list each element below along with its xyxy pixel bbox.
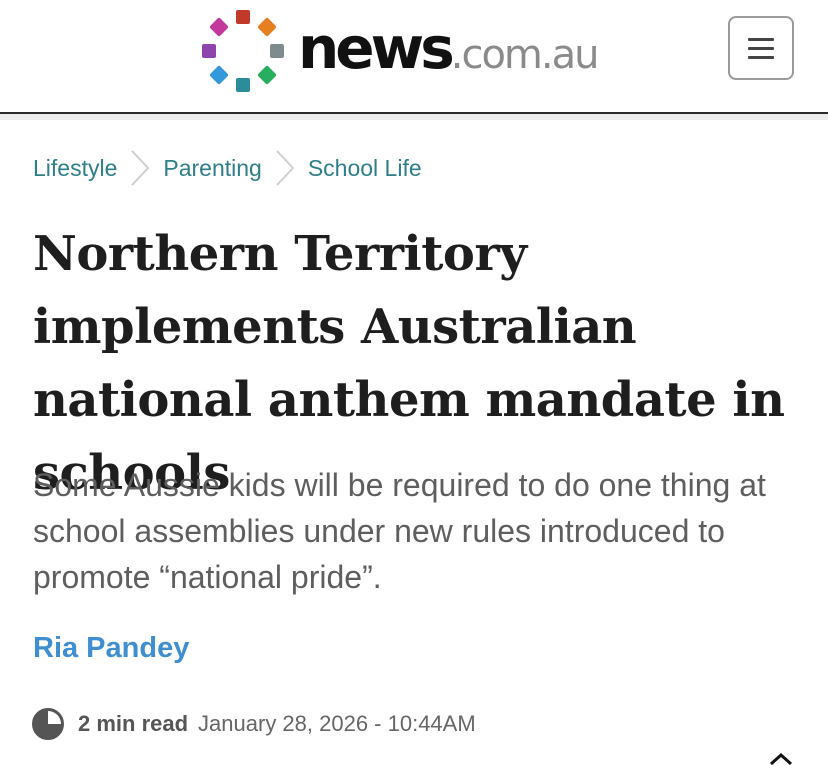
clock-icon [32,708,64,740]
author-link[interactable]: Ria Pandey [33,632,189,665]
hamburger-icon [748,46,774,50]
hamburger-icon [748,37,774,41]
article-standfirst: Some Aussie kids will be required to do … [33,467,766,595]
chevron-right-icon [117,148,163,188]
logo-mark-icon [198,4,290,96]
logo-dot [236,10,250,24]
chevron-right-icon [262,148,308,188]
chevron-up-icon[interactable] [768,752,794,765]
logo-wordmark: news .com.au [298,14,600,82]
breadcrumb-parenting[interactable]: Parenting [163,155,261,182]
site-header: news .com.au [0,0,828,120]
logo-dot [257,65,277,85]
publish-timestamp: January 28, 2026 - 10:44AM [198,711,476,736]
logo-dot [209,65,229,85]
logo-dot [257,17,277,37]
site-logo[interactable]: news .com.au [198,4,600,96]
breadcrumb-lifestyle[interactable]: Lifestyle [33,155,117,182]
hamburger-icon [748,55,774,59]
logo-dot [270,44,284,58]
logo-word-news: news [298,14,455,82]
article-meta: 2 min read January 28, 2026 - 10:44AM [32,706,476,742]
breadcrumb-school-life[interactable]: School Life [308,155,422,182]
logo-word-domain: .com.au [450,32,600,78]
logo-dot [202,44,216,58]
breadcrumb: Lifestyle Parenting School Life [33,148,422,188]
logo-dot [209,17,229,37]
logo-dot [236,78,250,92]
read-time: 2 min read [78,711,189,736]
menu-button[interactable] [728,16,794,80]
